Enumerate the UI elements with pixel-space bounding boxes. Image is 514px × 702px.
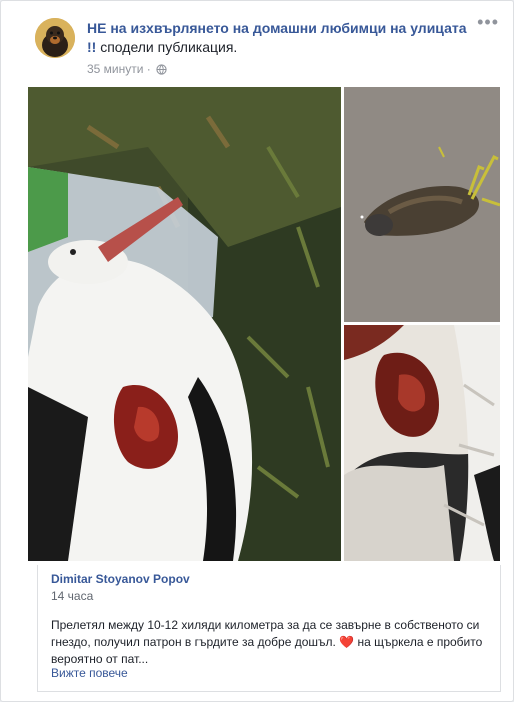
shared-timestamp[interactable]: 14 часа	[51, 589, 93, 603]
see-more-link[interactable]: Вижте повече	[51, 666, 128, 680]
post-meta: 35 минути ·	[87, 61, 467, 79]
photo-3[interactable]	[344, 325, 500, 561]
photo-grid	[28, 87, 500, 561]
heart-emoji: ❤️	[339, 635, 355, 649]
header-text: НЕ на изхвърлянето на домашни любимци на…	[87, 19, 467, 79]
more-options-icon[interactable]: •••	[477, 13, 499, 31]
share-action-text: сподели публикация.	[96, 39, 238, 55]
post-timestamp[interactable]: 35 минути	[87, 62, 143, 76]
photo-1[interactable]	[28, 87, 341, 561]
shared-author-link[interactable]: Dimitar Stoyanov Popov	[51, 572, 190, 586]
post-card: НЕ на изхвърлянето на домашни любимци на…	[0, 0, 514, 702]
globe-icon[interactable]	[156, 63, 167, 79]
shared-post-text: Прелетял между 10-12 хиляди километра за…	[51, 617, 491, 668]
post-title-line: НЕ на изхвърлянето на домашни любимци на…	[87, 19, 467, 57]
avatar[interactable]	[35, 18, 75, 58]
meta-separator: ·	[143, 62, 155, 76]
photo-2[interactable]	[344, 87, 500, 322]
shared-post: Dimitar Stoyanov Popov 14 часа Прелетял …	[37, 565, 501, 692]
